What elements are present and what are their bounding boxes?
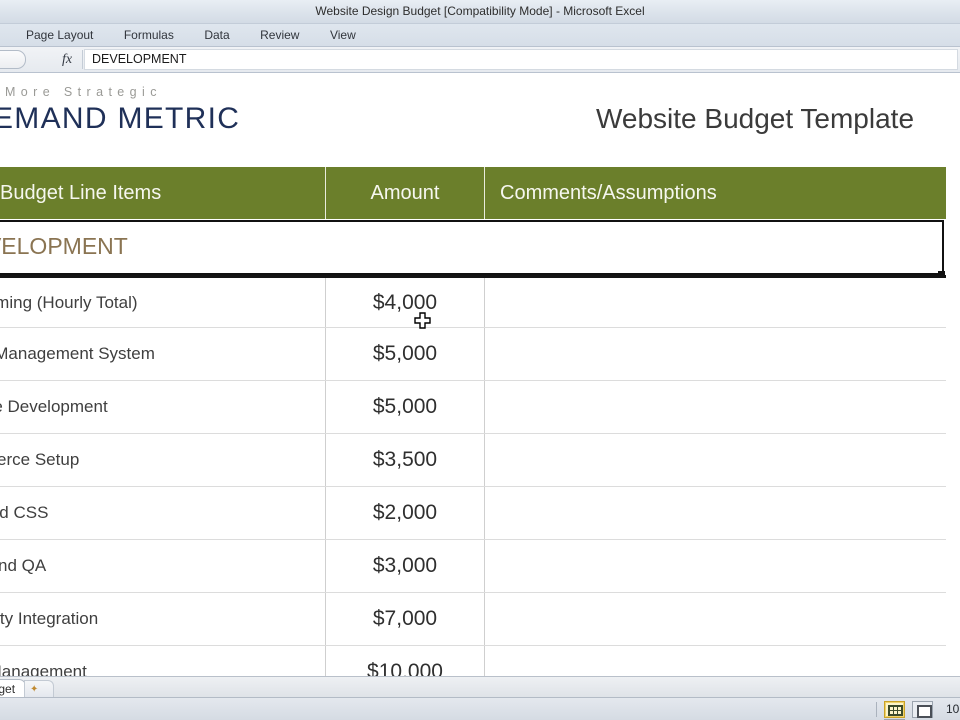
page-layout-view-button[interactable] bbox=[912, 701, 934, 718]
excel-window: Website Design Budget [Compatibility Mod… bbox=[0, 0, 960, 720]
name-box[interactable] bbox=[0, 50, 26, 69]
insert-worksheet-button[interactable]: ✦ bbox=[24, 680, 54, 697]
row-amount[interactable]: $5,000 bbox=[326, 328, 484, 380]
sheet-tab-bar: Budget ✦ bbox=[0, 676, 960, 698]
budget-rows: Programming (Hourly Total) $4,000 Conten… bbox=[0, 275, 946, 676]
row-comment[interactable] bbox=[485, 434, 946, 486]
insert-function-icon[interactable]: fx bbox=[62, 52, 72, 68]
table-row[interactable]: HTML and CSS $2,000 bbox=[0, 487, 946, 540]
table-row[interactable]: Testing and QA $3,000 bbox=[0, 540, 946, 593]
active-cell-selection bbox=[0, 220, 944, 275]
ribbon-tab-strip: Page Layout Formulas Data Review View bbox=[0, 24, 960, 47]
header-amount: Amount bbox=[326, 167, 484, 219]
row-amount[interactable]: $4,000 bbox=[326, 278, 484, 327]
row-comment[interactable] bbox=[485, 487, 946, 539]
table-row[interactable]: Database Development $5,000 bbox=[0, 381, 946, 434]
formula-bar-divider bbox=[82, 50, 83, 69]
row-amount[interactable]: $2,000 bbox=[326, 487, 484, 539]
row-label: Project Management bbox=[0, 662, 87, 676]
formula-input[interactable]: DEVELOPMENT bbox=[84, 49, 958, 70]
row-comment[interactable] bbox=[485, 646, 946, 676]
row-comment[interactable] bbox=[485, 593, 946, 645]
zoom-level-label[interactable]: 10 bbox=[946, 702, 959, 716]
worksheet-canvas[interactable]: Be More Strategic DEMAND METRIC Website … bbox=[0, 74, 960, 676]
tab-review[interactable]: Review bbox=[247, 24, 312, 47]
document-title: Website Budget Template bbox=[595, 103, 915, 134]
header-budget-line-items: Budget Line Items bbox=[0, 167, 325, 219]
row-amount[interactable]: $7,000 bbox=[326, 593, 484, 645]
row-comment[interactable] bbox=[485, 328, 946, 380]
insert-worksheet-icon: ✦ bbox=[30, 684, 39, 695]
logo-wordmark: DEMAND METRIC bbox=[0, 102, 241, 135]
table-row[interactable]: Third Party Integration $7,000 bbox=[0, 593, 946, 646]
row-comment[interactable] bbox=[485, 381, 946, 433]
sheet-right-gutter bbox=[946, 74, 960, 676]
row-label: Content Management System bbox=[0, 344, 155, 363]
status-bar-divider bbox=[876, 702, 877, 717]
header-comments-assumptions: Comments/Assumptions bbox=[485, 167, 946, 219]
row-label: Third Party Integration bbox=[0, 609, 99, 628]
ribbon-tabs: Page Layout Formulas Data Review View bbox=[0, 24, 369, 47]
tab-data[interactable]: Data bbox=[191, 24, 242, 47]
row-label: HTML and CSS bbox=[0, 503, 49, 522]
formula-bar: fx DEVELOPMENT bbox=[0, 47, 960, 73]
table-row[interactable]: E-Commerce Setup $3,500 bbox=[0, 434, 946, 487]
demand-metric-logo: Be More Strategic DEMAND METRIC bbox=[0, 85, 240, 136]
row-amount[interactable]: $10,000 bbox=[326, 646, 484, 676]
row-label: Database Development bbox=[0, 397, 108, 416]
table-row[interactable]: Project Management $10,000 bbox=[0, 646, 946, 676]
title-bar: Website Design Budget [Compatibility Mod… bbox=[0, 0, 960, 24]
row-amount[interactable]: $3,500 bbox=[326, 434, 484, 486]
table-row[interactable]: Programming (Hourly Total) $4,000 bbox=[0, 275, 946, 328]
sheet-tab-budget[interactable]: Budget bbox=[0, 679, 27, 698]
row-amount[interactable]: $5,000 bbox=[326, 381, 484, 433]
status-bar: 10 bbox=[0, 697, 960, 720]
logo-tagline: Be More Strategic bbox=[0, 85, 162, 99]
tab-page-layout[interactable]: Page Layout bbox=[0, 24, 106, 47]
row-label: E-Commerce Setup bbox=[0, 450, 80, 469]
normal-view-button[interactable] bbox=[884, 701, 905, 718]
row-comment[interactable] bbox=[485, 540, 946, 592]
tab-view[interactable]: View bbox=[317, 24, 369, 47]
table-header-band: Budget Line Items Amount Comments/Assump… bbox=[0, 167, 946, 219]
tab-formulas[interactable]: Formulas bbox=[111, 24, 187, 47]
window-title: Website Design Budget [Compatibility Mod… bbox=[315, 4, 645, 18]
row-label: Programming (Hourly Total) bbox=[0, 292, 138, 312]
table-row[interactable]: Content Management System $5,000 bbox=[0, 328, 946, 381]
row-label: Testing and QA bbox=[0, 556, 47, 575]
row-amount[interactable]: $3,000 bbox=[326, 540, 484, 592]
row-comment[interactable] bbox=[485, 278, 946, 327]
